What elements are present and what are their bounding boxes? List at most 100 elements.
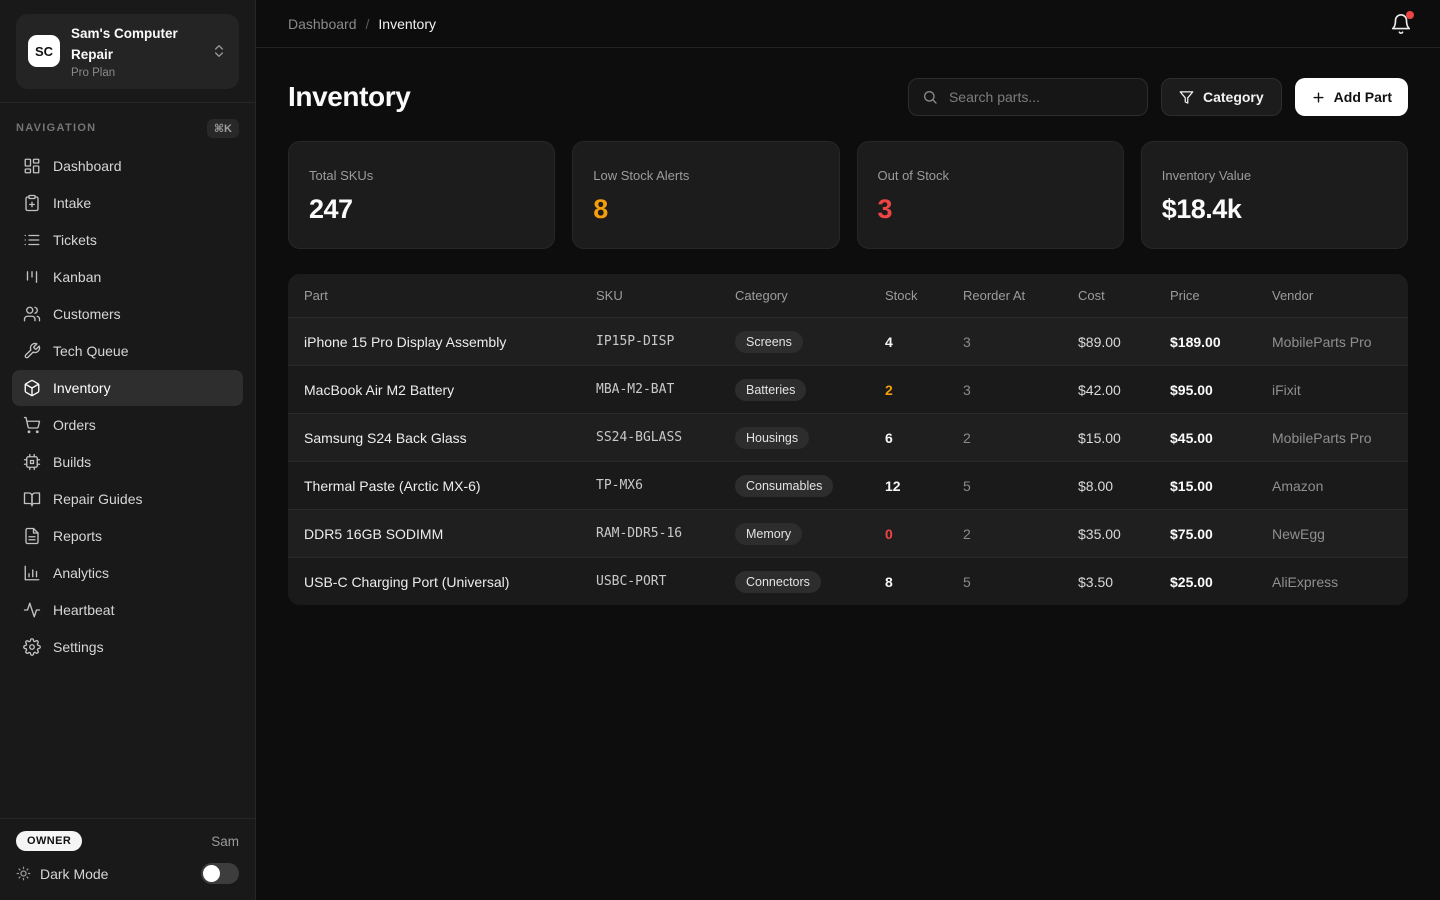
sku-cell: MBA-M2-BAT [596, 382, 735, 397]
table-row[interactable]: Samsung S24 Back GlassSS24-BGLASSHousing… [288, 413, 1408, 461]
stat-label: Inventory Value [1162, 168, 1387, 183]
sku-cell: TP-MX6 [596, 478, 735, 493]
table-row[interactable]: MacBook Air M2 BatteryMBA-M2-BATBatterie… [288, 365, 1408, 413]
search-input[interactable] [947, 88, 1134, 106]
table-row[interactable]: iPhone 15 Pro Display AssemblyIP15P-DISP… [288, 317, 1408, 365]
sidebar-item-label: Customers [53, 306, 121, 322]
reorder-at-cell: 5 [963, 478, 1078, 494]
table-row[interactable]: USB-C Charging Port (Universal)USBC-PORT… [288, 557, 1408, 605]
price-cell: $189.00 [1170, 334, 1272, 350]
sku-cell: IP15P-DISP [596, 334, 735, 349]
nav-section-label: NAVIGATION [16, 122, 96, 134]
dark-mode-label-group: Dark Mode [16, 866, 108, 882]
page-header: Inventory Category [288, 78, 1408, 116]
breadcrumb-current: Inventory [378, 16, 436, 32]
vendor-cell: MobileParts Pro [1272, 334, 1392, 350]
sidebar: SC Sam's Computer Repair Pro Plan NAVIGA… [0, 0, 256, 900]
column-header-stock: Stock [885, 288, 963, 303]
filter-icon [1179, 90, 1194, 105]
wrench-icon [23, 342, 41, 360]
table-body: iPhone 15 Pro Display AssemblyIP15P-DISP… [288, 317, 1408, 605]
user-name: Sam [211, 834, 239, 849]
stat-value: 247 [309, 194, 534, 225]
stat-card-out-of-stock: Out of Stock3 [857, 141, 1124, 249]
category-badge: Screens [735, 331, 803, 353]
stat-label: Low Stock Alerts [593, 168, 818, 183]
sidebar-item-repair-guides[interactable]: Repair Guides [12, 481, 243, 517]
users-icon [23, 305, 41, 323]
sidebar-item-kanban[interactable]: Kanban [12, 259, 243, 295]
shopping-cart-icon [23, 416, 41, 434]
dark-mode-toggle[interactable] [201, 863, 239, 884]
reorder-at-cell: 3 [963, 382, 1078, 398]
sku-cell: SS24-BGLASS [596, 430, 735, 445]
notification-dot [1406, 11, 1414, 19]
stock-cell: 2 [885, 382, 963, 398]
dark-mode-label: Dark Mode [40, 866, 108, 882]
stock-cell: 6 [885, 430, 963, 446]
owner-row: OWNER Sam [16, 831, 239, 851]
column-header-reorder-at: Reorder At [963, 288, 1078, 303]
sidebar-item-heartbeat[interactable]: Heartbeat [12, 592, 243, 628]
cost-cell: $15.00 [1078, 430, 1170, 446]
activity-icon [23, 601, 41, 619]
vendor-cell: iFixit [1272, 382, 1392, 398]
sidebar-item-label: Dashboard [53, 158, 122, 174]
list-icon [23, 231, 41, 249]
command-k-shortcut[interactable]: ⌘K [207, 119, 239, 138]
workspace-switcher-wrap: SC Sam's Computer Repair Pro Plan [0, 0, 255, 102]
sidebar-item-dashboard[interactable]: Dashboard [12, 148, 243, 184]
category-cell: Consumables [735, 475, 885, 497]
notifications-button[interactable] [1388, 11, 1414, 37]
add-part-button-label: Add Part [1334, 89, 1392, 105]
category-badge: Housings [735, 427, 809, 449]
layout-dashboard-icon [23, 157, 41, 175]
cost-cell: $3.50 [1078, 574, 1170, 590]
search-box [908, 78, 1148, 116]
sku-cell: RAM-DDR5-16 [596, 526, 735, 541]
workspace-name: Sam's Computer Repair [71, 24, 200, 66]
sidebar-item-label: Kanban [53, 269, 101, 285]
workspace-switcher[interactable]: SC Sam's Computer Repair Pro Plan [16, 14, 239, 89]
add-part-button[interactable]: Add Part [1295, 78, 1408, 116]
sidebar-item-tickets[interactable]: Tickets [12, 222, 243, 258]
category-cell: Screens [735, 331, 885, 353]
sidebar-item-settings[interactable]: Settings [12, 629, 243, 665]
breadcrumb-parent[interactable]: Dashboard [288, 16, 357, 32]
sidebar-item-label: Orders [53, 417, 96, 433]
sidebar-item-tech-queue[interactable]: Tech Queue [12, 333, 243, 369]
stat-card-low-stock-alerts: Low Stock Alerts8 [572, 141, 839, 249]
cost-cell: $42.00 [1078, 382, 1170, 398]
table-row[interactable]: DDR5 16GB SODIMMRAM-DDR5-16Memory02$35.0… [288, 509, 1408, 557]
sidebar-item-label: Tech Queue [53, 343, 129, 359]
header-actions: Category Add Part [908, 78, 1408, 116]
sidebar-item-label: Builds [53, 454, 91, 470]
sidebar-item-label: Repair Guides [53, 491, 143, 507]
page-title: Inventory [288, 81, 410, 113]
sidebar-item-analytics[interactable]: Analytics [12, 555, 243, 591]
sidebar-item-customers[interactable]: Customers [12, 296, 243, 332]
sidebar-item-intake[interactable]: Intake [12, 185, 243, 221]
stock-cell: 0 [885, 526, 963, 542]
sidebar-item-builds[interactable]: Builds [12, 444, 243, 480]
category-filter-button[interactable]: Category [1161, 78, 1282, 116]
workspace-avatar: SC [28, 35, 60, 67]
topbar: Dashboard / Inventory [256, 0, 1440, 48]
sidebar-item-inventory[interactable]: Inventory [12, 370, 243, 406]
reorder-at-cell: 2 [963, 430, 1078, 446]
sku-cell: USBC-PORT [596, 574, 735, 589]
sidebar-item-label: Analytics [53, 565, 109, 581]
vendor-cell: NewEgg [1272, 526, 1392, 542]
category-cell: Batteries [735, 379, 885, 401]
sidebar-item-orders[interactable]: Orders [12, 407, 243, 443]
part-name-cell: MacBook Air M2 Battery [304, 382, 596, 398]
sidebar-item-reports[interactable]: Reports [12, 518, 243, 554]
part-name-cell: USB-C Charging Port (Universal) [304, 574, 596, 590]
search-icon [922, 89, 938, 105]
category-badge: Connectors [735, 571, 821, 593]
sun-icon [16, 866, 31, 881]
table-row[interactable]: Thermal Paste (Arctic MX-6)TP-MX6Consuma… [288, 461, 1408, 509]
stat-value: 3 [878, 194, 1103, 225]
category-button-label: Category [1203, 89, 1264, 105]
sidebar-item-label: Intake [53, 195, 91, 211]
